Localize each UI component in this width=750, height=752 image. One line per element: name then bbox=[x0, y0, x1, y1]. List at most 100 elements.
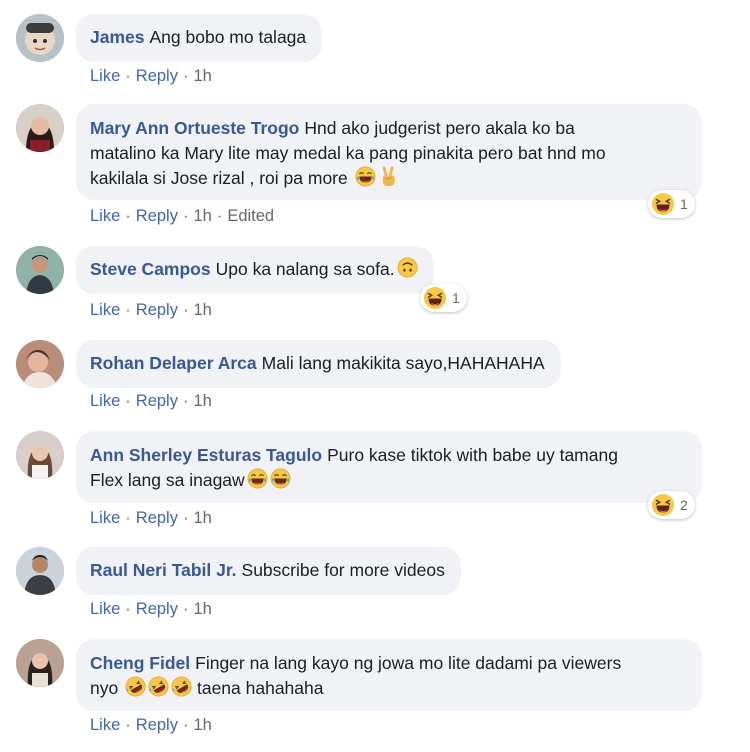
comment-author[interactable]: Raul Neri Tabil Jr. bbox=[90, 560, 237, 580]
separator: · bbox=[182, 301, 189, 319]
comment-author[interactable]: Steve Campos bbox=[90, 259, 211, 279]
avatar[interactable] bbox=[16, 639, 64, 687]
comment-author[interactable]: James bbox=[90, 27, 145, 47]
comment-bubble: James Ang bobo mo talaga bbox=[76, 14, 323, 62]
like-button[interactable]: Like bbox=[90, 392, 120, 410]
comment-text-line-2: matalino ka Mary lite may medal ka pang … bbox=[90, 143, 606, 163]
comment-text-line-1: Finger na lang kayo ng jowa mo lite dada… bbox=[195, 653, 622, 673]
separator: · bbox=[125, 509, 131, 527]
comment-actions: Like · Reply · 1h bbox=[90, 508, 212, 528]
comment-text-line-1: Hnd ako judgerist pero akala ko ba bbox=[304, 118, 575, 138]
separator: · bbox=[125, 67, 131, 85]
avatar-image-icon bbox=[16, 104, 64, 152]
edited-label[interactable]: Edited bbox=[227, 207, 274, 225]
avatar-image-icon bbox=[16, 431, 64, 479]
separator: · bbox=[125, 392, 131, 410]
avatar-image-icon bbox=[16, 246, 64, 294]
laughing-tears-emoji-icon bbox=[270, 468, 291, 489]
reply-button[interactable]: Reply bbox=[136, 716, 178, 734]
reply-button[interactable]: Reply bbox=[136, 392, 178, 410]
reply-button[interactable]: Reply bbox=[136, 207, 178, 225]
comment-actions: Like · Reply · 1h bbox=[90, 391, 212, 411]
avatar[interactable] bbox=[16, 547, 64, 595]
comment-timestamp[interactable]: 1h bbox=[193, 509, 211, 527]
comment-text-line-2: Flex lang sa inagaw bbox=[90, 470, 245, 490]
comment-bubble: Cheng Fidel Finger na lang kayo ng jowa m… bbox=[76, 639, 702, 711]
like-button[interactable]: Like bbox=[90, 600, 120, 618]
like-button[interactable]: Like bbox=[90, 509, 120, 527]
comment-text-line-3: kakilala si Jose rizal , roi pa more bbox=[90, 168, 348, 188]
separator: · bbox=[125, 207, 131, 225]
reply-button[interactable]: Reply bbox=[136, 600, 178, 618]
comment-author[interactable]: Mary Ann Ortueste Trogo bbox=[90, 118, 299, 138]
reaction-summary[interactable]: 1 bbox=[420, 284, 467, 312]
rolling-laughing-emoji-icon bbox=[171, 676, 192, 697]
avatar-image-icon bbox=[16, 14, 64, 62]
comment-timestamp[interactable]: 1h bbox=[193, 392, 211, 410]
comment-bubble: Steve Campos Upo ka nalang sa sofa. bbox=[76, 246, 434, 294]
comment-text-line-2-start: nyo bbox=[90, 678, 119, 698]
comment-timestamp[interactable]: 1h bbox=[193, 600, 211, 618]
comment-timestamp[interactable]: 1h bbox=[193, 716, 211, 734]
comment-bubble: Raul Neri Tabil Jr. Subscribe for more vi… bbox=[76, 547, 461, 595]
comment-timestamp[interactable]: 1h bbox=[193, 207, 211, 225]
laughing-tears-emoji-icon bbox=[247, 468, 268, 489]
separator: · bbox=[216, 207, 223, 225]
reply-button[interactable]: Reply bbox=[136, 509, 178, 527]
comment-text: Ang bobo mo talaga bbox=[149, 27, 307, 47]
avatar[interactable] bbox=[16, 431, 64, 479]
separator: · bbox=[182, 207, 189, 225]
avatar-image-icon bbox=[16, 340, 64, 388]
avatar[interactable] bbox=[16, 14, 64, 62]
comment-text-line-2-end: taena hahahaha bbox=[196, 678, 324, 698]
reaction-summary[interactable]: 1 bbox=[648, 190, 695, 218]
haha-reaction-icon bbox=[651, 493, 675, 517]
avatar[interactable] bbox=[16, 340, 64, 388]
separator: · bbox=[182, 716, 189, 734]
avatar-image-icon bbox=[16, 547, 64, 595]
haha-reaction-icon bbox=[651, 192, 675, 216]
like-button[interactable]: Like bbox=[90, 67, 120, 85]
comment-author[interactable]: Cheng Fidel bbox=[90, 653, 190, 673]
like-button[interactable]: Like bbox=[90, 716, 120, 734]
comment-bubble: Rohan Delaper Arca Mali lang makikita say… bbox=[76, 340, 561, 388]
avatar[interactable] bbox=[16, 246, 64, 294]
reaction-summary[interactable]: 2 bbox=[648, 491, 695, 519]
separator: · bbox=[125, 301, 131, 319]
rolling-laughing-emoji-icon bbox=[148, 676, 169, 697]
comment-timestamp[interactable]: 1h bbox=[193, 301, 211, 319]
comment-actions: Like · Reply · 1h bbox=[90, 66, 212, 86]
separator: · bbox=[182, 600, 189, 618]
reaction-count: 1 bbox=[680, 196, 688, 212]
comment-author[interactable]: Rohan Delaper Arca bbox=[90, 353, 257, 373]
comment-timestamp[interactable]: 1h bbox=[193, 67, 211, 85]
comment-actions: Like · Reply · 1h bbox=[90, 599, 212, 619]
avatar[interactable] bbox=[16, 104, 64, 152]
comment-text: Subscribe for more videos bbox=[241, 560, 445, 580]
avatar-image-icon bbox=[16, 639, 64, 687]
separator: · bbox=[182, 67, 189, 85]
reaction-count: 2 bbox=[680, 497, 688, 513]
separator: · bbox=[182, 392, 189, 410]
comment-actions: Like · Reply · 1h · Edited bbox=[90, 206, 274, 226]
laughing-tears-emoji-icon bbox=[355, 166, 376, 187]
like-button[interactable]: Like bbox=[90, 207, 120, 225]
comment-bubble: Ann Sherley Esturas Tagulo Puro kase tikt… bbox=[76, 431, 702, 503]
comment-text: Upo ka nalang sa sofa. bbox=[215, 259, 395, 279]
victory-hand-emoji-icon bbox=[378, 166, 399, 187]
upside-down-face-emoji-icon bbox=[397, 257, 418, 278]
reply-button[interactable]: Reply bbox=[136, 301, 178, 319]
comment-text: Mali lang makikita sayo,HAHAHAHA bbox=[261, 353, 545, 373]
rolling-laughing-emoji-icon bbox=[125, 676, 146, 697]
comment-bubble: Mary Ann Ortueste Trogo Hnd ako judgerist… bbox=[76, 104, 702, 200]
comment-text-line-1: Puro kase tiktok with babe uy tamang bbox=[327, 445, 618, 465]
reaction-count: 1 bbox=[452, 290, 460, 306]
comment-actions: Like · Reply · 1h bbox=[90, 300, 212, 320]
separator: · bbox=[182, 509, 189, 527]
like-button[interactable]: Like bbox=[90, 301, 120, 319]
comment-author[interactable]: Ann Sherley Esturas Tagulo bbox=[90, 445, 322, 465]
separator: · bbox=[125, 716, 131, 734]
comment-actions: Like · Reply · 1h bbox=[90, 715, 212, 735]
reply-button[interactable]: Reply bbox=[136, 67, 178, 85]
haha-reaction-icon bbox=[423, 286, 447, 310]
